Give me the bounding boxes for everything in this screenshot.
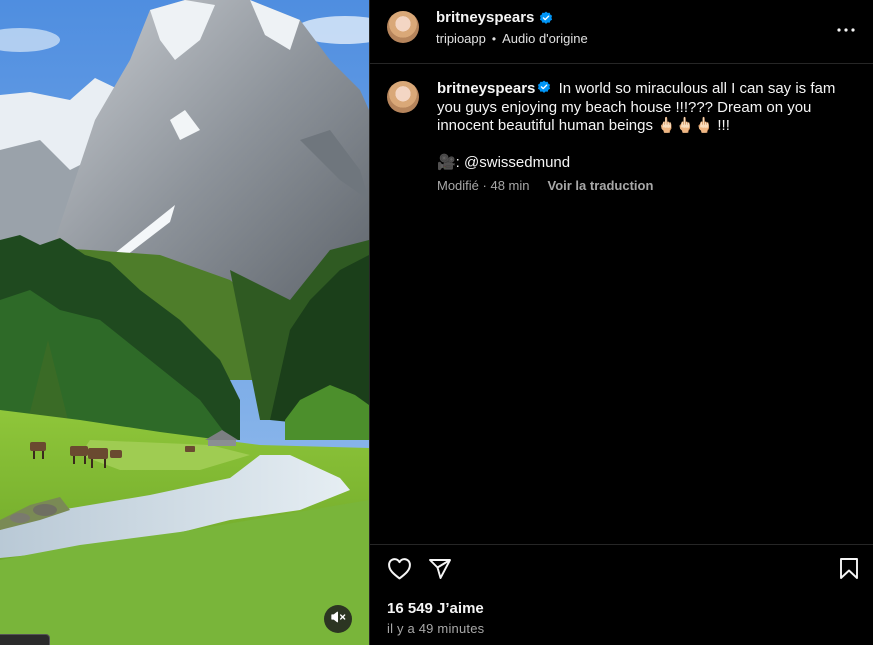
header-user-line: britneyspears <box>436 9 553 26</box>
speaker-muted-icon <box>330 609 346 630</box>
separator-dot: • <box>491 31 497 46</box>
avatar[interactable] <box>387 11 419 43</box>
like-button[interactable] <box>386 558 412 584</box>
caption-avatar[interactable] <box>387 81 419 113</box>
caption-body: britneyspears In world so miraculous all… <box>437 80 837 136</box>
post-media[interactable] <box>0 0 369 645</box>
likes-count[interactable]: 16 549 J’aime <box>387 600 484 617</box>
post-timestamp: il y a 49 minutes <box>387 621 485 636</box>
header-username[interactable]: britneyspears <box>436 9 534 26</box>
caption-meta: Modifié · 48 min Voir la traduction <box>437 178 653 193</box>
edited-timestamp: Modifié · 48 min <box>437 178 530 193</box>
audio-account-link[interactable]: tripioapp <box>436 31 486 46</box>
more-options-icon <box>837 19 855 37</box>
share-icon <box>428 558 452 585</box>
verified-badge-icon <box>539 11 553 25</box>
save-button[interactable] <box>836 558 862 584</box>
see-translation-link[interactable]: Voir la traduction <box>547 178 653 193</box>
share-button[interactable] <box>427 558 453 584</box>
original-audio-link[interactable]: Audio d'origine <box>502 31 588 46</box>
verified-badge-icon <box>537 80 551 94</box>
header-sub-line: tripioapp • Audio d'origine <box>436 31 588 46</box>
actions-divider <box>370 544 873 545</box>
bookmark-icon <box>839 557 859 585</box>
post-header: britneyspears tripioapp • Audio d'origin… <box>370 0 873 64</box>
heart-icon <box>387 557 412 585</box>
caption-credit: 🎥: @swissedmund <box>437 154 571 171</box>
more-options-button[interactable] <box>836 18 856 38</box>
media-corner-tab[interactable] <box>0 634 50 645</box>
mute-toggle-button[interactable] <box>324 605 352 633</box>
caption-username[interactable]: britneyspears <box>437 80 535 97</box>
landscape-photo <box>0 0 369 645</box>
post-details-panel: britneyspears tripioapp • Audio d'origin… <box>369 0 873 645</box>
